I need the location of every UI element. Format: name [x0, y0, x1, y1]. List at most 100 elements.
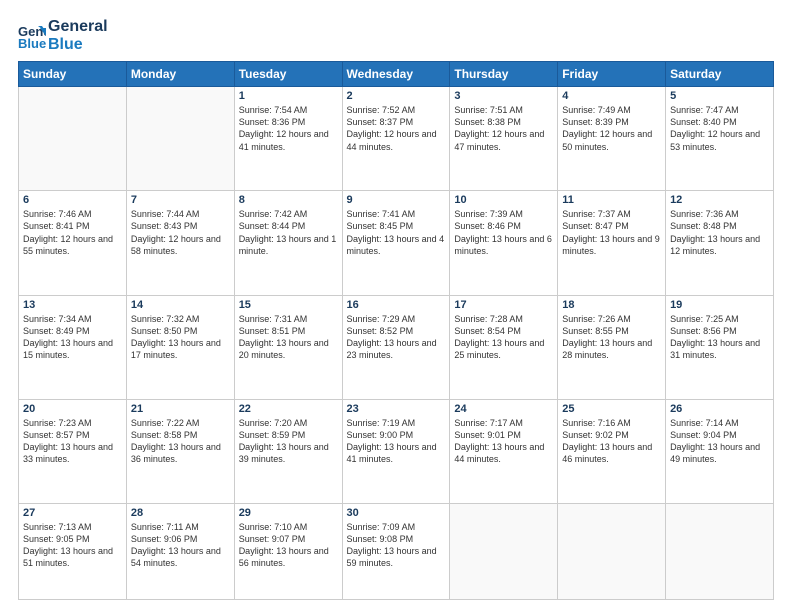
cell-text: Sunrise: 7:36 AM Sunset: 8:48 PM Dayligh…	[670, 208, 769, 257]
cell-text: Sunrise: 7:23 AM Sunset: 8:57 PM Dayligh…	[23, 417, 122, 466]
calendar-week-1: 1 Sunrise: 7:54 AM Sunset: 8:36 PM Daylig…	[19, 87, 774, 191]
logo-blue: Blue	[48, 36, 108, 54]
cell-text: Sunrise: 7:22 AM Sunset: 8:58 PM Dayligh…	[131, 417, 230, 466]
weekday-header-wednesday: Wednesday	[342, 62, 450, 87]
cell-text: Sunrise: 7:47 AM Sunset: 8:40 PM Dayligh…	[670, 104, 769, 153]
cell-text: Sunrise: 7:31 AM Sunset: 8:51 PM Dayligh…	[239, 313, 338, 362]
cell-text: Sunrise: 7:34 AM Sunset: 8:49 PM Dayligh…	[23, 313, 122, 362]
cell-text: Sunrise: 7:44 AM Sunset: 8:43 PM Dayligh…	[131, 208, 230, 257]
cell-text: Sunrise: 7:39 AM Sunset: 8:46 PM Dayligh…	[454, 208, 553, 257]
calendar-week-5: 27 Sunrise: 7:13 AM Sunset: 9:05 PM Dayli…	[19, 503, 774, 599]
day-number: 22	[239, 403, 338, 415]
day-number: 27	[23, 507, 122, 519]
day-number: 23	[347, 403, 446, 415]
weekday-header-tuesday: Tuesday	[234, 62, 342, 87]
day-number: 11	[562, 194, 661, 206]
cell-text: Sunrise: 7:51 AM Sunset: 8:38 PM Dayligh…	[454, 104, 553, 153]
day-number: 4	[562, 90, 661, 102]
page: General Blue General Blue SundayMondayTu…	[0, 0, 792, 612]
cell-text: Sunrise: 7:16 AM Sunset: 9:02 PM Dayligh…	[562, 417, 661, 466]
cell-text: Sunrise: 7:28 AM Sunset: 8:54 PM Dayligh…	[454, 313, 553, 362]
svg-text:Blue: Blue	[18, 36, 46, 50]
day-number: 19	[670, 299, 769, 311]
cell-text: Sunrise: 7:29 AM Sunset: 8:52 PM Dayligh…	[347, 313, 446, 362]
calendar-cell: 6Sunrise: 7:46 AM Sunset: 8:41 PM Daylig…	[19, 191, 127, 295]
day-number: 6	[23, 194, 122, 206]
day-number: 26	[670, 403, 769, 415]
cell-text: Sunrise: 7:42 AM Sunset: 8:44 PM Dayligh…	[239, 208, 338, 257]
calendar-cell: 27 Sunrise: 7:13 AM Sunset: 9:05 PM Dayli…	[19, 503, 127, 599]
calendar-cell: 3 Sunrise: 7:51 AM Sunset: 8:38 PM Daylig…	[450, 87, 558, 191]
cell-text: Sunrise: 7:19 AM Sunset: 9:00 PM Dayligh…	[347, 417, 446, 466]
weekday-header-friday: Friday	[558, 62, 666, 87]
cell-text: Sunrise: 7:17 AM Sunset: 9:01 PM Dayligh…	[454, 417, 553, 466]
calendar-cell: 5 Sunrise: 7:47 AM Sunset: 8:40 PM Daylig…	[666, 87, 774, 191]
calendar-cell: 22 Sunrise: 7:20 AM Sunset: 8:59 PM Dayli…	[234, 399, 342, 503]
calendar-cell: 1 Sunrise: 7:54 AM Sunset: 8:36 PM Daylig…	[234, 87, 342, 191]
day-number: 10	[454, 194, 553, 206]
calendar-cell: 11 Sunrise: 7:37 AM Sunset: 8:47 PM Dayli…	[558, 191, 666, 295]
calendar-cell	[450, 503, 558, 599]
cell-text: Sunrise: 7:10 AM Sunset: 9:07 PM Dayligh…	[239, 521, 338, 570]
calendar-cell: 13 Sunrise: 7:34 AM Sunset: 8:49 PM Dayli…	[19, 295, 127, 399]
day-number: 9	[347, 194, 446, 206]
cell-text: Sunrise: 7:41 AM Sunset: 8:45 PM Dayligh…	[347, 208, 446, 257]
cell-text: Sunrise: 7:49 AM Sunset: 8:39 PM Dayligh…	[562, 104, 661, 153]
logo-icon: General Blue	[18, 22, 46, 50]
calendar-cell: 10 Sunrise: 7:39 AM Sunset: 8:46 PM Dayli…	[450, 191, 558, 295]
cell-text: Sunrise: 7:26 AM Sunset: 8:55 PM Dayligh…	[562, 313, 661, 362]
calendar-week-4: 20 Sunrise: 7:23 AM Sunset: 8:57 PM Dayli…	[19, 399, 774, 503]
day-number: 18	[562, 299, 661, 311]
calendar-cell: 9 Sunrise: 7:41 AM Sunset: 8:45 PM Daylig…	[342, 191, 450, 295]
weekday-header-sunday: Sunday	[19, 62, 127, 87]
calendar-cell: 14Sunrise: 7:32 AM Sunset: 8:50 PM Dayli…	[126, 295, 234, 399]
calendar-header-row: SundayMondayTuesdayWednesdayThursdayFrid…	[19, 62, 774, 87]
day-number: 3	[454, 90, 553, 102]
weekday-header-thursday: Thursday	[450, 62, 558, 87]
calendar-cell	[126, 87, 234, 191]
day-number: 15	[239, 299, 338, 311]
day-number: 17	[454, 299, 553, 311]
calendar-cell	[19, 87, 127, 191]
calendar-cell: 2Sunrise: 7:52 AM Sunset: 8:37 PM Daylig…	[342, 87, 450, 191]
calendar-cell: 24 Sunrise: 7:17 AM Sunset: 9:01 PM Dayli…	[450, 399, 558, 503]
calendar-cell: 25Sunrise: 7:16 AM Sunset: 9:02 PM Dayli…	[558, 399, 666, 503]
weekday-header-monday: Monday	[126, 62, 234, 87]
calendar-week-2: 6Sunrise: 7:46 AM Sunset: 8:41 PM Daylig…	[19, 191, 774, 295]
day-number: 1	[239, 90, 338, 102]
calendar-cell: 17 Sunrise: 7:28 AM Sunset: 8:54 PM Dayli…	[450, 295, 558, 399]
day-number: 20	[23, 403, 122, 415]
calendar-cell: 7 Sunrise: 7:44 AM Sunset: 8:43 PM Daylig…	[126, 191, 234, 295]
calendar-cell: 23 Sunrise: 7:19 AM Sunset: 9:00 PM Dayli…	[342, 399, 450, 503]
day-number: 5	[670, 90, 769, 102]
day-number: 28	[131, 507, 230, 519]
calendar-cell: 20 Sunrise: 7:23 AM Sunset: 8:57 PM Dayli…	[19, 399, 127, 503]
cell-text: Sunrise: 7:54 AM Sunset: 8:36 PM Dayligh…	[239, 104, 338, 153]
cell-text: Sunrise: 7:32 AM Sunset: 8:50 PM Dayligh…	[131, 313, 230, 362]
day-number: 16	[347, 299, 446, 311]
day-number: 7	[131, 194, 230, 206]
calendar-cell: 26 Sunrise: 7:14 AM Sunset: 9:04 PM Dayli…	[666, 399, 774, 503]
day-number: 13	[23, 299, 122, 311]
calendar-cell: 21 Sunrise: 7:22 AM Sunset: 8:58 PM Dayli…	[126, 399, 234, 503]
day-number: 21	[131, 403, 230, 415]
logo: General Blue General Blue	[18, 18, 108, 53]
day-number: 24	[454, 403, 553, 415]
calendar-cell: 28Sunrise: 7:11 AM Sunset: 9:06 PM Dayli…	[126, 503, 234, 599]
day-number: 29	[239, 507, 338, 519]
calendar-cell: 16 Sunrise: 7:29 AM Sunset: 8:52 PM Dayli…	[342, 295, 450, 399]
calendar-cell: 18 Sunrise: 7:26 AM Sunset: 8:55 PM Dayli…	[558, 295, 666, 399]
calendar-cell: 30Sunrise: 7:09 AM Sunset: 9:08 PM Dayli…	[342, 503, 450, 599]
calendar-cell: 4 Sunrise: 7:49 AM Sunset: 8:39 PM Daylig…	[558, 87, 666, 191]
cell-text: Sunrise: 7:14 AM Sunset: 9:04 PM Dayligh…	[670, 417, 769, 466]
day-number: 30	[347, 507, 446, 519]
cell-text: Sunrise: 7:13 AM Sunset: 9:05 PM Dayligh…	[23, 521, 122, 570]
calendar-cell	[666, 503, 774, 599]
calendar-cell: 29 Sunrise: 7:10 AM Sunset: 9:07 PM Dayli…	[234, 503, 342, 599]
cell-text: Sunrise: 7:20 AM Sunset: 8:59 PM Dayligh…	[239, 417, 338, 466]
cell-text: Sunrise: 7:52 AM Sunset: 8:37 PM Dayligh…	[347, 104, 446, 153]
cell-text: Sunrise: 7:37 AM Sunset: 8:47 PM Dayligh…	[562, 208, 661, 257]
logo-general: General	[48, 18, 108, 36]
calendar-cell: 8Sunrise: 7:42 AM Sunset: 8:44 PM Daylig…	[234, 191, 342, 295]
calendar-week-3: 13 Sunrise: 7:34 AM Sunset: 8:49 PM Dayli…	[19, 295, 774, 399]
